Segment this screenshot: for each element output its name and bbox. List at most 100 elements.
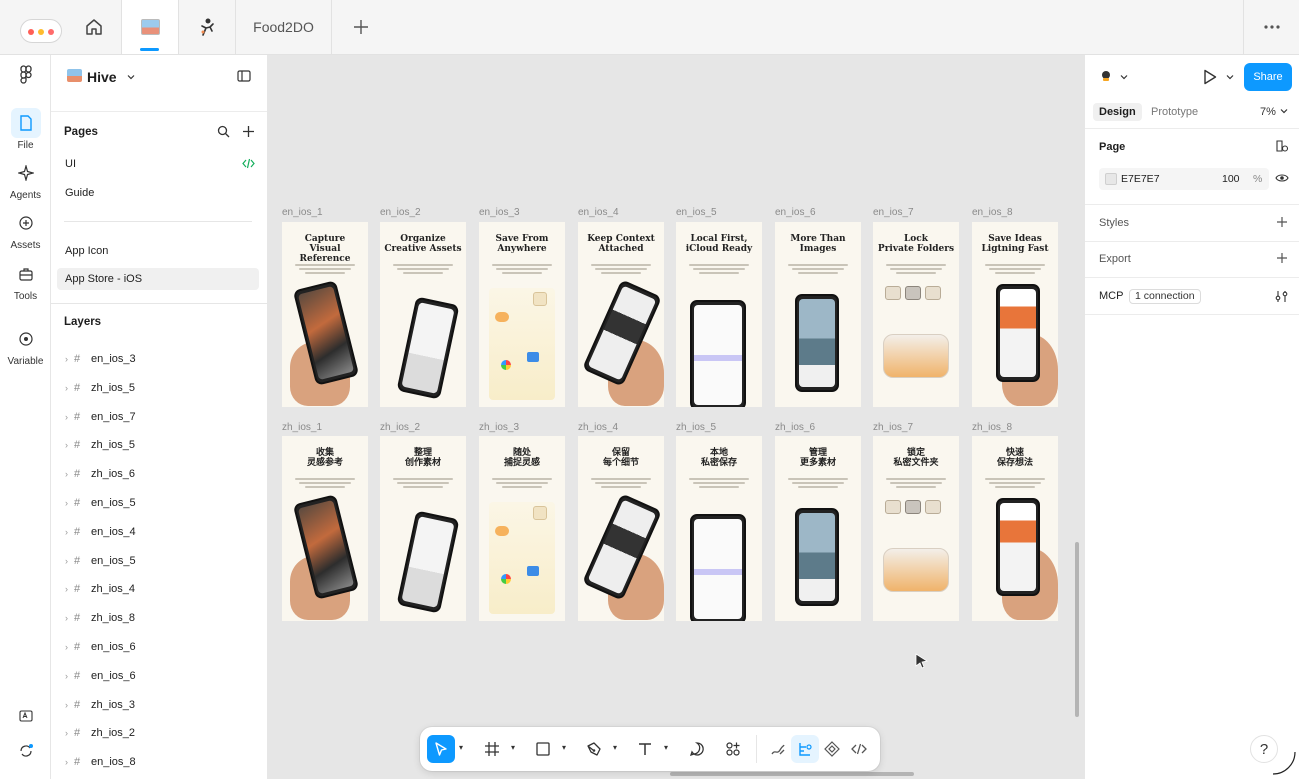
tab-design[interactable]: Design bbox=[1093, 103, 1142, 121]
layer-item[interactable]: › # zh_ios_4 bbox=[51, 580, 267, 600]
page-opacity[interactable]: 100 bbox=[1222, 173, 1240, 185]
chevron-right-icon[interactable]: › bbox=[65, 671, 68, 681]
file-name[interactable]: Hive bbox=[87, 69, 117, 85]
page-item-guide[interactable]: Guide bbox=[57, 182, 259, 204]
frame-label[interactable]: en_ios_3 bbox=[479, 207, 520, 218]
chevron-down-icon[interactable] bbox=[1226, 74, 1234, 80]
chevron-right-icon[interactable]: › bbox=[65, 469, 68, 479]
rail-item-variable[interactable]: Variable bbox=[0, 324, 51, 367]
chevron-right-icon[interactable]: › bbox=[65, 642, 68, 652]
zoom-dot[interactable] bbox=[48, 29, 54, 35]
new-tab-button[interactable] bbox=[332, 0, 390, 54]
frame-label[interactable]: en_ios_7 bbox=[873, 207, 914, 218]
share-button[interactable]: Share bbox=[1244, 63, 1292, 91]
frame-label[interactable]: zh_ios_6 bbox=[775, 422, 815, 433]
frame-label[interactable]: zh_ios_7 bbox=[873, 422, 913, 433]
app-store-frame[interactable]: 管理 更多素材 bbox=[775, 436, 861, 621]
comment-tool-button[interactable] bbox=[683, 735, 711, 763]
chevron-down-icon[interactable] bbox=[1280, 108, 1288, 114]
frame-label[interactable]: en_ios_5 bbox=[676, 207, 717, 218]
chevron-right-icon[interactable]: › bbox=[65, 498, 68, 508]
color-swatch[interactable] bbox=[1105, 173, 1117, 185]
frame-label[interactable]: en_ios_6 bbox=[775, 207, 816, 218]
figma-menu-button[interactable] bbox=[0, 65, 51, 85]
sync-button[interactable] bbox=[0, 743, 51, 759]
frame-label[interactable]: en_ios_4 bbox=[578, 207, 619, 218]
page-item-ui[interactable]: UI bbox=[57, 153, 259, 175]
layer-item[interactable]: › # zh_ios_6 bbox=[51, 465, 267, 485]
more-menu-button[interactable] bbox=[1243, 0, 1299, 54]
app-store-frame[interactable]: More Than Images bbox=[775, 222, 861, 407]
chevron-right-icon[interactable]: › bbox=[65, 556, 68, 566]
draw-mode-button[interactable] bbox=[764, 735, 792, 763]
sidebar-toggle-icon[interactable] bbox=[237, 70, 251, 82]
chevron-down-icon[interactable]: ▾ bbox=[613, 743, 617, 752]
present-play-icon[interactable] bbox=[1203, 69, 1217, 85]
chevron-right-icon[interactable]: › bbox=[65, 757, 68, 767]
layer-item[interactable]: › # zh_ios_5 bbox=[51, 436, 267, 456]
chevron-right-icon[interactable]: › bbox=[65, 700, 68, 710]
zoom-level[interactable]: 7% bbox=[1260, 106, 1276, 118]
layer-item[interactable]: › # zh_ios_3 bbox=[51, 696, 267, 716]
layer-item[interactable]: › # zh_ios_8 bbox=[51, 609, 267, 629]
app-store-frame[interactable]: 随处 捕捉灵感 bbox=[479, 436, 565, 621]
tab-hive-file[interactable] bbox=[122, 0, 179, 54]
frame-label[interactable]: zh_ios_4 bbox=[578, 422, 618, 433]
frame-label[interactable]: en_ios_2 bbox=[380, 207, 421, 218]
eye-icon[interactable] bbox=[1275, 172, 1289, 184]
translate-button[interactable] bbox=[0, 708, 51, 724]
app-store-frame[interactable]: 整理 创作素材 bbox=[380, 436, 466, 621]
chevron-down-icon[interactable]: ▾ bbox=[459, 743, 463, 752]
layer-item[interactable]: › # zh_ios_5 bbox=[51, 379, 267, 399]
chevron-down-icon[interactable] bbox=[127, 74, 135, 80]
chevron-right-icon[interactable]: › bbox=[65, 440, 68, 450]
app-store-frame[interactable]: 本地 私密保存 bbox=[676, 436, 762, 621]
chevron-right-icon[interactable]: › bbox=[65, 728, 68, 738]
layer-item[interactable]: › # en_ios_3 bbox=[51, 350, 267, 370]
rail-item-assets[interactable]: Assets bbox=[0, 208, 51, 251]
search-icon[interactable] bbox=[217, 125, 230, 138]
layer-item[interactable]: › # zh_ios_2 bbox=[51, 724, 267, 744]
app-store-frame[interactable]: Keep Context Attached bbox=[578, 222, 664, 407]
layer-item[interactable]: › # en_ios_6 bbox=[51, 638, 267, 658]
frame-label[interactable]: en_ios_8 bbox=[972, 207, 1013, 218]
page-item-app-store-ios[interactable]: App Store - iOS bbox=[57, 268, 259, 290]
app-store-frame[interactable]: Capture Visual Reference bbox=[282, 222, 368, 407]
mcp-connection-badge[interactable]: 1 connection bbox=[1129, 289, 1201, 304]
chevron-down-icon[interactable]: ▾ bbox=[511, 743, 515, 752]
tab-home[interactable] bbox=[66, 0, 122, 54]
component-mode-button[interactable] bbox=[818, 735, 846, 763]
app-store-frame[interactable]: 快速 保存想法 bbox=[972, 436, 1058, 621]
chevron-right-icon[interactable]: › bbox=[65, 383, 68, 393]
app-store-frame[interactable]: 保留 每个细节 bbox=[578, 436, 664, 621]
layer-item[interactable]: › # en_ios_7 bbox=[51, 408, 267, 428]
library-icon[interactable] bbox=[1275, 139, 1289, 153]
actions-button[interactable] bbox=[719, 735, 747, 763]
layer-item[interactable]: › # en_ios_4 bbox=[51, 523, 267, 543]
chevron-right-icon[interactable]: › bbox=[65, 584, 68, 594]
layer-item[interactable]: › # en_ios_6 bbox=[51, 667, 267, 687]
layer-item[interactable]: › # en_ios_5 bbox=[51, 552, 267, 572]
design-mode-button[interactable] bbox=[791, 735, 819, 763]
chevron-right-icon[interactable]: › bbox=[65, 412, 68, 422]
rail-item-file[interactable]: File bbox=[0, 108, 51, 151]
chevron-right-icon[interactable]: › bbox=[65, 527, 68, 537]
rail-item-tools[interactable]: Tools bbox=[0, 259, 51, 302]
chevron-down-icon[interactable]: ▾ bbox=[664, 743, 668, 752]
frame-label[interactable]: en_ios_1 bbox=[282, 207, 323, 218]
horizontal-scrollbar[interactable] bbox=[670, 772, 914, 776]
user-avatar-icon[interactable] bbox=[1099, 69, 1113, 83]
pen-tool-button[interactable] bbox=[580, 735, 608, 763]
add-style-icon[interactable] bbox=[1276, 216, 1288, 228]
page-item-app-icon[interactable]: App Icon bbox=[57, 240, 259, 262]
app-store-frame[interactable]: Local First, iCloud Ready bbox=[676, 222, 762, 407]
close-dot[interactable] bbox=[28, 29, 34, 35]
vertical-scrollbar[interactable] bbox=[1075, 542, 1079, 717]
layer-item[interactable]: › # en_ios_8 bbox=[51, 753, 267, 773]
app-store-frame[interactable]: 收集 灵感参考 bbox=[282, 436, 368, 621]
rectangle-tool-button[interactable] bbox=[529, 735, 557, 763]
frame-label[interactable]: zh_ios_5 bbox=[676, 422, 716, 433]
window-controls[interactable] bbox=[20, 19, 62, 43]
frame-label[interactable]: zh_ios_2 bbox=[380, 422, 420, 433]
chevron-down-icon[interactable] bbox=[1120, 74, 1128, 80]
